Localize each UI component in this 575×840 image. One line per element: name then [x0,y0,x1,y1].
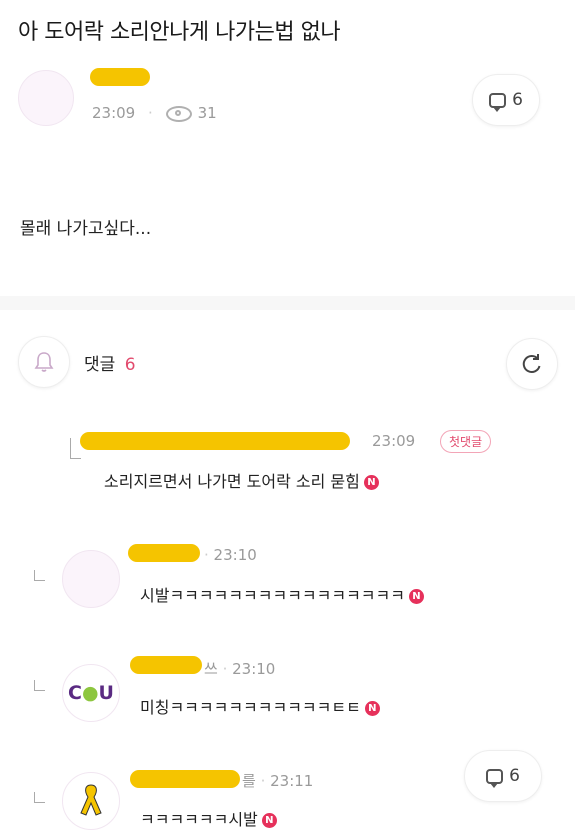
author-name-redacted[interactable] [90,68,150,86]
post-time: 23:09 [92,104,136,122]
comment-text-row: 시발ㅋㅋㅋㅋㅋㅋㅋㅋㅋㅋㅋㅋㅋㅋㅋㅋ N [140,582,424,606]
comment-text-row: 미칭ㅋㅋㅋㅋㅋㅋㅋㅋㅋㅋㅋㅌㅌ N [140,694,380,718]
post-body: 몰래 나가고싶다... [20,219,152,239]
floating-comment-count: 6 [509,766,520,786]
comment-time: 를 · 23:11 [242,772,314,790]
section-divider [0,296,575,310]
comment-text: 미칭ㅋㅋㅋㅋㅋㅋㅋㅋㅋㅋㅋㅌㅌ [140,698,361,717]
author-avatar[interactable] [18,70,74,126]
new-badge: N [364,701,380,716]
comment-item[interactable]: C●U 쓰 · 23:10 미칭ㅋㅋㅋㅋㅋㅋㅋㅋㅋㅋㅋㅌㅌ N [0,650,575,730]
refresh-icon [522,354,541,373]
post-meta: 23:09 · 31 [92,104,217,122]
new-badge: N [261,813,277,828]
commenter-name-redacted[interactable] [130,770,240,788]
reply-indent-icon [34,570,45,581]
first-comment-badge: 첫댓글 [440,430,492,453]
comment-item[interactable]: · 23:10 시발ㅋㅋㅋㅋㅋㅋㅋㅋㅋㅋㅋㅋㅋㅋㅋㅋ N [0,540,575,620]
notification-bell-button[interactable] [18,336,70,388]
comment-count: 6 [512,90,523,110]
comment-time: 쓰 · 23:10 [204,660,276,678]
commenter-avatar[interactable] [62,772,120,830]
comment-bubble-icon [489,92,507,112]
floating-comment-button[interactable]: 6 [464,750,542,802]
comment-count-button[interactable]: 6 [472,74,540,126]
reply-indent-icon [34,792,45,803]
commenter-name-redacted[interactable] [80,432,350,450]
bell-icon [34,352,54,372]
post-title: 아 도어락 소리안나게 나가는법 없나 [18,20,341,45]
yellow-ribbon-icon [80,784,102,816]
eye-icon [165,105,192,122]
comment-bubble-icon [486,768,504,788]
comments-label: 댓글 [84,355,116,375]
comment-time: · 23:10 [204,546,257,564]
commenter-name-redacted[interactable] [128,544,200,562]
commenter-avatar[interactable] [62,550,120,608]
cu-logo-icon: C●U [68,682,114,704]
new-badge: N [363,475,379,490]
comment-text: 소리지르면서 나가면 도어락 소리 묻힘 [104,472,360,491]
comment-text-row: 소리지르면서 나가면 도어락 소리 묻힘 N [104,468,379,492]
comments-header: 댓글 6 [84,350,136,375]
comments-count: 6 [124,355,136,375]
comment-text: 시발ㅋㅋㅋㅋㅋㅋㅋㅋㅋㅋㅋㅋㅋㅋㅋㅋ [140,586,405,605]
commenter-name-redacted[interactable] [130,656,202,674]
view-count: 31 [197,104,217,122]
comment-item[interactable]: 23:09 첫댓글 소리지르면서 나가면 도어락 소리 묻힘 N [0,420,575,500]
refresh-button[interactable] [506,338,558,390]
comment-time: 23:09 [372,432,416,450]
commenter-avatar[interactable]: C●U [62,664,120,722]
comment-text: ㅋㅋㅋㅋㅋㅋ시발 [140,810,258,829]
reply-indent-icon [34,680,45,691]
new-badge: N [408,589,424,604]
comment-text-row: ㅋㅋㅋㅋㅋㅋ시발 N [140,806,277,830]
